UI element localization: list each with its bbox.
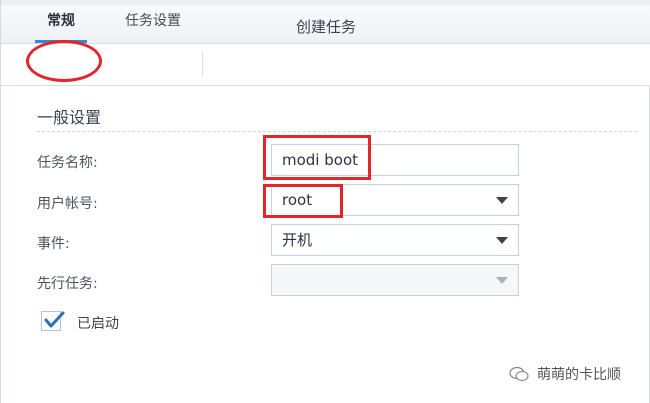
tab-divider (202, 52, 203, 76)
pre-task-label: 先行任务: (37, 276, 98, 292)
event-select[interactable]: 开机 (271, 224, 519, 256)
event-label: 事件: (37, 236, 70, 252)
annotation-box-task-name (263, 135, 371, 180)
wechat-icon (509, 366, 529, 382)
enabled-checkbox[interactable] (41, 311, 65, 331)
watermark-text: 萌萌的卡比顺 (537, 367, 621, 383)
tab-task-settings[interactable]: 任务设置 (105, 6, 201, 36)
section-title: 一般设置 (37, 108, 102, 127)
chevron-down-icon (496, 197, 508, 204)
create-task-dialog: 创建任务 常规 任务设置 一般设置 任务名称: modi boot 用户帐号: … (0, 0, 650, 403)
checkmark-icon (44, 311, 65, 328)
event-value: 开机 (282, 231, 313, 249)
annotation-box-user-account (263, 184, 343, 218)
section-divider (37, 131, 637, 132)
enabled-label: 已启动 (77, 316, 119, 332)
pre-task-select (271, 264, 519, 296)
tab-general[interactable]: 常规 (21, 6, 101, 43)
chevron-down-icon (496, 237, 508, 244)
chevron-down-icon (496, 277, 508, 284)
task-name-label: 任务名称: (37, 155, 98, 171)
user-account-label: 用户帐号: (37, 196, 98, 212)
annotation-circle-general-tab (26, 40, 102, 82)
